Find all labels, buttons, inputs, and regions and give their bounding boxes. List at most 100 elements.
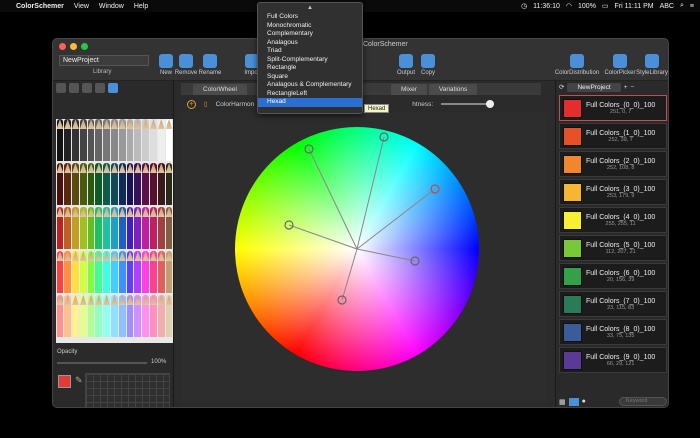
- eyedropper-icon[interactable]: ✎: [75, 375, 83, 386]
- image-tab-icon[interactable]: [95, 83, 105, 93]
- pencil[interactable]: [157, 163, 165, 205]
- pencil[interactable]: [142, 295, 150, 337]
- pencil[interactable]: [95, 207, 103, 249]
- zoom-button[interactable]: [81, 42, 88, 50]
- pencil[interactable]: [150, 207, 157, 249]
- menu-view[interactable]: View: [74, 3, 89, 10]
- pencil[interactable]: [79, 119, 87, 161]
- harmony-option-selected[interactable]: Hexad: [258, 98, 362, 107]
- input-source[interactable]: ABC: [660, 3, 674, 10]
- pencil[interactable]: [56, 163, 64, 205]
- brightness-slider-knob[interactable]: [486, 100, 495, 108]
- rename-button[interactable]: Rename: [195, 54, 225, 80]
- library-item[interactable]: Full Colors_(9_0)_100 66, 29, 121: [559, 347, 667, 373]
- pencil[interactable]: [126, 163, 134, 205]
- copy-button[interactable]: Copy: [413, 54, 443, 80]
- palettes-tab-icon[interactable]: [82, 83, 92, 93]
- pencil[interactable]: [118, 163, 126, 205]
- pencil[interactable]: [79, 207, 87, 249]
- pencil[interactable]: [103, 119, 111, 161]
- pencil[interactable]: [56, 251, 64, 293]
- color-distribution-button[interactable]: ColorDistribution: [553, 54, 601, 80]
- pencil[interactable]: [111, 163, 118, 205]
- pencil[interactable]: [56, 207, 64, 249]
- harmony-option[interactable]: Rectangle: [258, 64, 362, 73]
- project-select[interactable]: NewProject: [567, 82, 621, 92]
- pencil[interactable]: [118, 207, 126, 249]
- pencil[interactable]: [95, 295, 103, 337]
- pencil[interactable]: [64, 207, 72, 249]
- pencil[interactable]: [165, 295, 173, 337]
- pencil[interactable]: [103, 251, 111, 293]
- color-wheel-tab-icon[interactable]: [56, 83, 66, 93]
- library-item[interactable]: Full Colors_(4_0)_100 255, 255, 11: [559, 207, 667, 233]
- brightness-slider[interactable]: [441, 100, 495, 108]
- pencil[interactable]: [111, 251, 118, 293]
- project-name-field[interactable]: NewProject: [59, 55, 149, 66]
- pencil[interactable]: [79, 295, 87, 337]
- pencil[interactable]: [111, 119, 118, 161]
- harmony-option[interactable]: Analagous: [258, 39, 362, 48]
- pencil[interactable]: [118, 295, 126, 337]
- pencil[interactable]: [56, 119, 64, 161]
- pencil[interactable]: [126, 295, 134, 337]
- tab-mixer[interactable]: Mixer: [390, 83, 427, 95]
- pencil[interactable]: [165, 163, 173, 205]
- pencil[interactable]: [157, 251, 165, 293]
- pencil[interactable]: [165, 251, 173, 293]
- pencil[interactable]: [157, 295, 165, 337]
- battery-icon[interactable]: ▭: [602, 2, 609, 10]
- pencil[interactable]: [142, 163, 150, 205]
- add-color-button[interactable]: +: [624, 84, 628, 91]
- pencil[interactable]: [134, 295, 142, 337]
- style-library-button[interactable]: StyleLibrary: [635, 54, 668, 80]
- pencil[interactable]: [142, 251, 150, 293]
- sliders-tab-icon[interactable]: [69, 83, 79, 93]
- pencil[interactable]: [87, 251, 95, 293]
- pencil[interactable]: [64, 295, 72, 337]
- harmony-option[interactable]: Full Colors: [258, 13, 362, 22]
- pencil[interactable]: [111, 295, 118, 337]
- pencil[interactable]: [126, 119, 134, 161]
- wifi-icon[interactable]: ◠: [566, 2, 572, 10]
- remove-color-button[interactable]: −: [630, 84, 634, 91]
- color-grid[interactable]: [85, 373, 170, 407]
- harmony-option[interactable]: Monochromatic: [258, 22, 362, 31]
- pencil[interactable]: [150, 295, 157, 337]
- trash-icon[interactable]: ▯: [204, 100, 208, 108]
- pencil[interactable]: [95, 119, 103, 161]
- pencil[interactable]: [56, 295, 64, 337]
- pencil[interactable]: [79, 251, 87, 293]
- menu-app[interactable]: ColorSchemer: [16, 3, 64, 10]
- color-wheel[interactable]: [235, 127, 479, 371]
- pencil[interactable]: [142, 207, 150, 249]
- pencil[interactable]: [118, 119, 126, 161]
- pencil[interactable]: [87, 295, 95, 337]
- harmony-option[interactable]: Square: [258, 73, 362, 82]
- library-item[interactable]: Full Colors_(0_0)_100 251, 0, 7: [559, 95, 667, 121]
- pencil[interactable]: [95, 163, 103, 205]
- pencil[interactable]: [87, 207, 95, 249]
- library-item[interactable]: Full Colors_(6_0)_100 20, 156, 39: [559, 263, 667, 289]
- close-button[interactable]: [59, 42, 66, 50]
- library-item[interactable]: Full Colors_(1_0)_100 252, 39, 7: [559, 123, 667, 149]
- library-item[interactable]: Full Colors_(2_0)_100 252, 108, 8: [559, 151, 667, 177]
- pencil-palette[interactable]: [56, 119, 173, 343]
- size-slider-knob[interactable]: ●: [582, 398, 586, 405]
- pencil[interactable]: [64, 163, 72, 205]
- pencil[interactable]: [79, 163, 87, 205]
- pencil[interactable]: [111, 207, 118, 249]
- harmony-option[interactable]: RectangleLeft: [258, 90, 362, 99]
- tab-variations[interactable]: Variations: [428, 83, 478, 95]
- library-item[interactable]: Full Colors_(7_0)_100 23, 115, 83: [559, 291, 667, 317]
- harmony-option[interactable]: Triad: [258, 47, 362, 56]
- menu-window[interactable]: Window: [99, 3, 124, 10]
- pencil[interactable]: [150, 119, 157, 161]
- add-icon[interactable]: +: [187, 99, 196, 109]
- opacity-slider[interactable]: [57, 362, 147, 364]
- pencil[interactable]: [126, 251, 134, 293]
- pencil[interactable]: [72, 207, 79, 249]
- pencil[interactable]: [134, 251, 142, 293]
- search-icon[interactable]: ⌕: [680, 2, 684, 10]
- pencil[interactable]: [103, 207, 111, 249]
